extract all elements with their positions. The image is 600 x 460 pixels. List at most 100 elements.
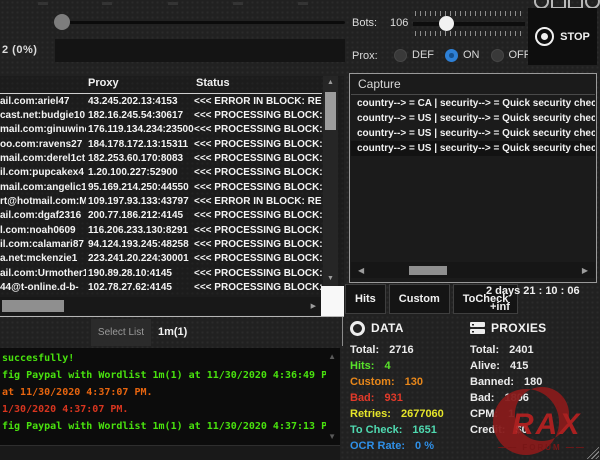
bots-value: 106 <box>390 17 408 29</box>
capture-divider <box>351 94 595 95</box>
data-circle-icon <box>350 321 365 336</box>
scrollbar-thumb[interactable] <box>2 300 64 312</box>
stop-record-icon <box>535 27 554 46</box>
resize-grip-icon[interactable] <box>585 445 599 459</box>
proxy-cell: 182.16.245.54:30617 <box>88 110 194 121</box>
results-tab-button[interactable]: Hits <box>345 284 386 314</box>
prox-label: Prox: <box>352 50 378 62</box>
proxy-cell: 223.241.20.224:30001 <box>88 253 194 264</box>
slider-track <box>55 21 345 24</box>
log-line: fig Paypal with Wordlist 1m(1) at 11/30/… <box>2 367 326 384</box>
bottom-strip <box>0 445 340 460</box>
status-cell: <<< PROCESSING BLOCK: R <box>194 210 322 221</box>
account-cell: il.com:calamari87 <box>0 239 86 250</box>
capture-row[interactable]: country--> = US | security--> = Quick se… <box>351 126 595 141</box>
status-cell: <<< PROCESSING BLOCK: R <box>194 182 322 193</box>
scrollbar-thumb[interactable] <box>409 266 447 275</box>
capture-row[interactable]: country--> = US | security--> = Quick se… <box>351 111 595 126</box>
proxy-cell: 109.197.93.133:43797 <box>88 196 194 207</box>
table-row[interactable]: l.com:noah0609 116.206.233.130:8291 <<< … <box>0 223 322 237</box>
stat-value: 1 <box>508 408 514 424</box>
table-row[interactable]: ail.com:dgaf2316 200.77.186.212:4145 <<<… <box>0 209 322 223</box>
scrollbar-thumb[interactable] <box>325 92 336 130</box>
data-stats-panel: DATA Total: 2716 Hits: 4 Custom: 130 Bad… <box>350 320 475 456</box>
slider-thumb-icon[interactable] <box>439 16 454 31</box>
account-cell: oo.com:ravens27 <box>0 139 86 150</box>
table-row[interactable]: il.com:pupcakex4 1.20.100.227:52900 <<< … <box>0 166 322 180</box>
table-row[interactable]: ail.com:Urmother1 190.89.28.10:4145 <<< … <box>0 266 322 280</box>
slider-ticks <box>415 11 523 16</box>
table-row[interactable]: mail.com:derel1ct 182.253.60.170:8083 <<… <box>0 151 322 165</box>
capture-horizontal-scrollbar[interactable]: ◀ ▶ <box>351 262 595 278</box>
stat-value: 931 <box>384 392 402 408</box>
stop-button[interactable]: STOP <box>528 8 597 65</box>
log-line: fig Paypal with Wordlist 1m(1) at 11/30/… <box>2 418 326 435</box>
prox-radio[interactable]: ON <box>445 49 480 62</box>
column-header-proxy[interactable]: Proxy <box>88 77 119 89</box>
proxy-cell: 43.245.202.13:4153 <box>88 96 194 107</box>
prox-radio[interactable]: DEF <box>394 49 434 62</box>
radio-icon <box>445 49 458 62</box>
log-console[interactable]: succesfully!fig Paypal with Wordlist 1m(… <box>0 348 340 445</box>
slider-thumb-icon[interactable] <box>54 14 70 30</box>
proxy-cell: 200.77.186.212:4145 <box>88 210 194 221</box>
stat-label: Credit: <box>470 424 505 440</box>
account-cell: 44@t-online.d-b- <box>0 282 86 293</box>
scroll-up-icon[interactable]: ▲ <box>323 79 338 87</box>
table-row[interactable]: a.net:mckenzie1 223.241.20.224:30001 <<<… <box>0 252 322 266</box>
stat-row: Total: 2716 <box>350 344 475 360</box>
scroll-right-icon[interactable]: ▶ <box>582 267 588 275</box>
proxy-cell: 102.78.27.62:4145 <box>88 282 194 293</box>
table-row[interactable]: 44@t-online.d-b- 102.78.27.62:4145 <<< P… <box>0 280 322 294</box>
scroll-up-icon[interactable]: ▲ <box>328 352 336 361</box>
results-tab-button[interactable]: Custom <box>389 284 450 314</box>
slider-ticks <box>415 31 523 36</box>
stat-label: Total: <box>350 344 379 360</box>
slider-track <box>413 22 525 26</box>
stat-row: Retries: 2677060 <box>350 408 475 424</box>
table-row[interactable]: il.com:calamari87 94.124.193.245:48258 <… <box>0 237 322 251</box>
stat-row: Alive: 415 <box>470 360 595 376</box>
table-row[interactable]: mail.com:ginuwine 176.119.134.234:23500 … <box>0 123 322 137</box>
stat-value: 1806 <box>504 392 528 408</box>
threads-slider[interactable] <box>48 10 348 34</box>
bots-label: Bots: <box>352 17 377 29</box>
scroll-down-icon[interactable]: ▼ <box>323 275 338 283</box>
table-horizontal-scrollbar[interactable]: ▶ <box>0 297 321 315</box>
capture-row[interactable]: country--> = CA | security--> = Quick se… <box>351 96 595 111</box>
scroll-right-icon[interactable]: ▶ <box>311 303 316 311</box>
stat-value: 2401 <box>509 344 533 360</box>
table-row[interactable]: cast.net:budgie10 182.16.245.54:30617 <<… <box>0 108 322 122</box>
prox-radio[interactable]: OFF <box>491 49 531 62</box>
table-row[interactable]: rt@hotmail.com:Mc 109.197.93.133:43797 <… <box>0 194 322 208</box>
table-row[interactable]: ail.com:ariel47 43.245.202.13:4153 <<< E… <box>0 94 322 108</box>
account-cell: rt@hotmail.com:Mc <box>0 196 86 207</box>
scroll-left-icon[interactable]: ◀ <box>358 267 364 275</box>
stat-row: OCR Rate: 0 % <box>350 440 475 456</box>
status-cell: <<< ERROR IN BLOCK: REQU <box>194 196 322 207</box>
stop-label: STOP <box>560 31 590 43</box>
table-row[interactable]: oo.com:ravens27 184.178.172.13:15311 <<<… <box>0 137 322 151</box>
column-header-status[interactable]: Status <box>196 77 230 89</box>
stat-value: 1651 <box>412 424 436 440</box>
stat-label: OCR Rate: <box>350 440 405 456</box>
stat-label: Retries: <box>350 408 391 424</box>
account-cell: mail.com:derel1ct <box>0 153 86 164</box>
stat-label: Bad: <box>350 392 374 408</box>
bots-slider[interactable] <box>413 11 525 36</box>
stat-value: 2677060 <box>401 408 444 424</box>
account-cell: mail.com:ginuwine <box>0 124 86 135</box>
table-vertical-scrollbar[interactable]: ▲ ▼ <box>323 76 338 286</box>
capture-list: country--> = CA | security--> = Quick se… <box>351 96 595 156</box>
stat-label: To Check: <box>350 424 402 440</box>
status-cell: <<< ERROR IN BLOCK: REQU <box>194 96 322 107</box>
proxy-cell: 182.253.60.170:8083 <box>88 153 194 164</box>
table-row[interactable]: mail.com:angelic1 95.169.214.250:44550 <… <box>0 180 322 194</box>
prox-radio-group: DEF ON OFF <box>394 47 531 63</box>
scroll-down-icon[interactable]: ▼ <box>328 432 336 441</box>
status-cell: <<< PROCESSING BLOCK: R <box>194 110 322 121</box>
select-list-button[interactable]: Select List <box>91 319 151 346</box>
account-cell: ail.com:dgaf2316 <box>0 210 86 221</box>
stat-row: CPM: 1 <box>470 408 595 424</box>
capture-row[interactable]: country--> = US | security--> = Quick se… <box>351 141 595 156</box>
